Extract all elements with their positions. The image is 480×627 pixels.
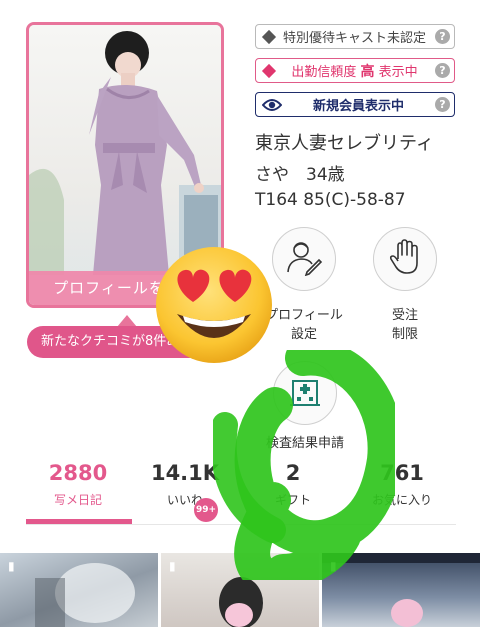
order-restriction-button[interactable]	[373, 227, 437, 291]
pin-icon: ▮	[8, 559, 15, 573]
profile-settings-button[interactable]	[272, 227, 336, 291]
hand-stop-icon	[389, 239, 421, 279]
active-tab-indicator	[26, 519, 132, 524]
eye-icon	[262, 98, 282, 112]
diary-label: 写メ日記	[53, 493, 102, 507]
help-icon[interactable]: ?	[435, 29, 450, 44]
order-restriction-label: 受注 制限	[355, 306, 455, 344]
new-member-label: 新規会員表示中	[312, 99, 404, 114]
person-edit-icon	[285, 238, 323, 280]
special-cast-label: 特別優待キャスト未認定	[282, 31, 426, 46]
help-icon[interactable]: ?	[435, 97, 450, 112]
reliability-prefix: 出勤信頼度	[291, 64, 357, 80]
help-icon[interactable]: ?	[435, 63, 450, 78]
new-member-badge[interactable]: 新規会員表示中 ?	[255, 92, 455, 117]
reliability-label: 出勤信頼度 高 表示中	[274, 61, 435, 81]
diary-count: 2880	[48, 461, 108, 485]
heart-eyes-emoji	[156, 247, 272, 363]
reliability-level: 高	[360, 63, 375, 80]
reliability-badge[interactable]: 出勤信頼度 高 表示中 ?	[255, 58, 455, 83]
green-scribble-overlay	[213, 350, 395, 580]
stat-diary[interactable]: 2880 写メ日記	[28, 461, 128, 508]
cast-name-age: さや 34歳	[255, 165, 345, 185]
order-restriction-line2: 制限	[391, 327, 418, 342]
pin-icon: ▮	[169, 559, 176, 573]
special-cast-badge[interactable]: 特別優待キャスト未認定 ?	[255, 24, 455, 49]
order-restriction-line1: 受注	[391, 308, 418, 323]
shop-name: 東京人妻セレブリティ	[255, 133, 434, 154]
reliability-suffix: 表示中	[378, 64, 418, 80]
cast-measurements: T164 85(C)-58-87	[255, 190, 406, 210]
diary-thumbnail[interactable]: ▮	[0, 553, 158, 627]
